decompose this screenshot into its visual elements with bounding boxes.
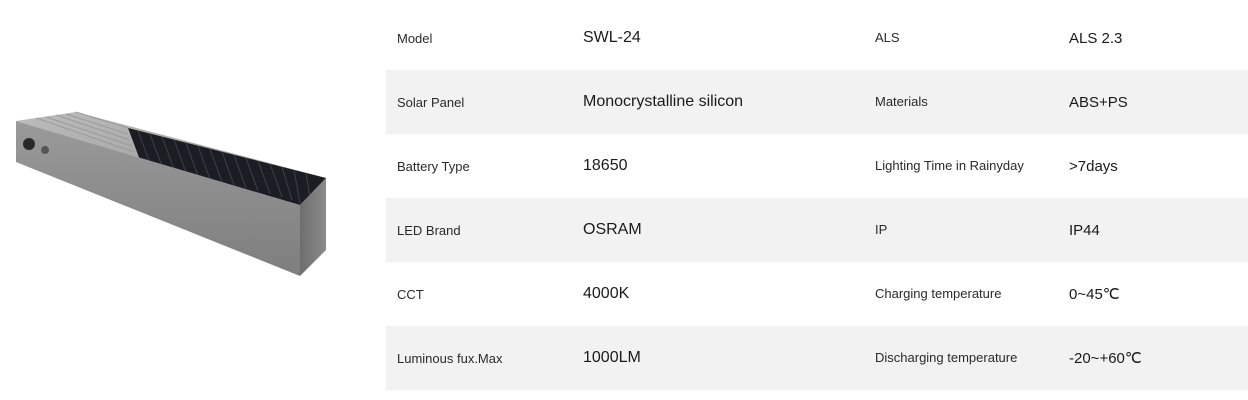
spec-label: Discharging temperature [875, 350, 1018, 365]
spec-table: Model SWL-24 ALS ALS 2.3 Solar Panel Mon… [386, 6, 1248, 390]
spec-value: OSRAM [583, 221, 642, 238]
solar-light-illustration [16, 111, 326, 276]
spec-value: ABS+PS [1069, 93, 1128, 111]
spec-row-cct: CCT 4000K Charging temperature 0~45℃ [386, 262, 1248, 326]
spec-label: LED Brand [397, 222, 461, 238]
spec-value: 1000LM [583, 349, 641, 366]
spec-label: ALS [875, 30, 900, 45]
spec-label: Battery Type [397, 158, 470, 174]
spec-row-model: Model SWL-24 ALS ALS 2.3 [386, 6, 1248, 70]
spec-value: ALS 2.3 [1069, 29, 1123, 47]
spec-value: IP44 [1069, 221, 1100, 239]
spec-label: Lighting Time in Rainyday [875, 158, 1024, 173]
product-image [0, 0, 380, 400]
spec-value: Monocrystalline silicon [583, 93, 744, 110]
spec-value: -20~+60℃ [1069, 350, 1142, 367]
spec-value: 0~45℃ [1069, 286, 1120, 303]
spec-row-luminous: Luminous fux.Max 1000LM Discharging temp… [386, 326, 1248, 390]
spec-label: Materials [875, 94, 928, 109]
spec-label: IP [875, 222, 888, 237]
spec-value: >7days [1069, 157, 1118, 175]
spec-value: 4000K [583, 285, 630, 302]
sensor-lens [23, 138, 35, 150]
spec-value: 18650 [583, 157, 628, 174]
spec-label: Model [397, 30, 433, 46]
sensor-small [41, 146, 49, 154]
spec-label: CCT [397, 286, 424, 302]
spec-row-solar-panel: Solar Panel Monocrystalline silicon Mate… [386, 70, 1248, 134]
spec-value: SWL-24 [583, 29, 641, 46]
spec-label: Luminous fux.Max [397, 350, 503, 366]
spec-label: Charging temperature [875, 286, 1002, 301]
spec-label: Solar Panel [397, 94, 465, 110]
spec-row-led-brand: LED Brand OSRAM IP IP44 [386, 198, 1248, 262]
spec-row-battery: Battery Type 18650 Lighting Time in Rain… [386, 134, 1248, 198]
